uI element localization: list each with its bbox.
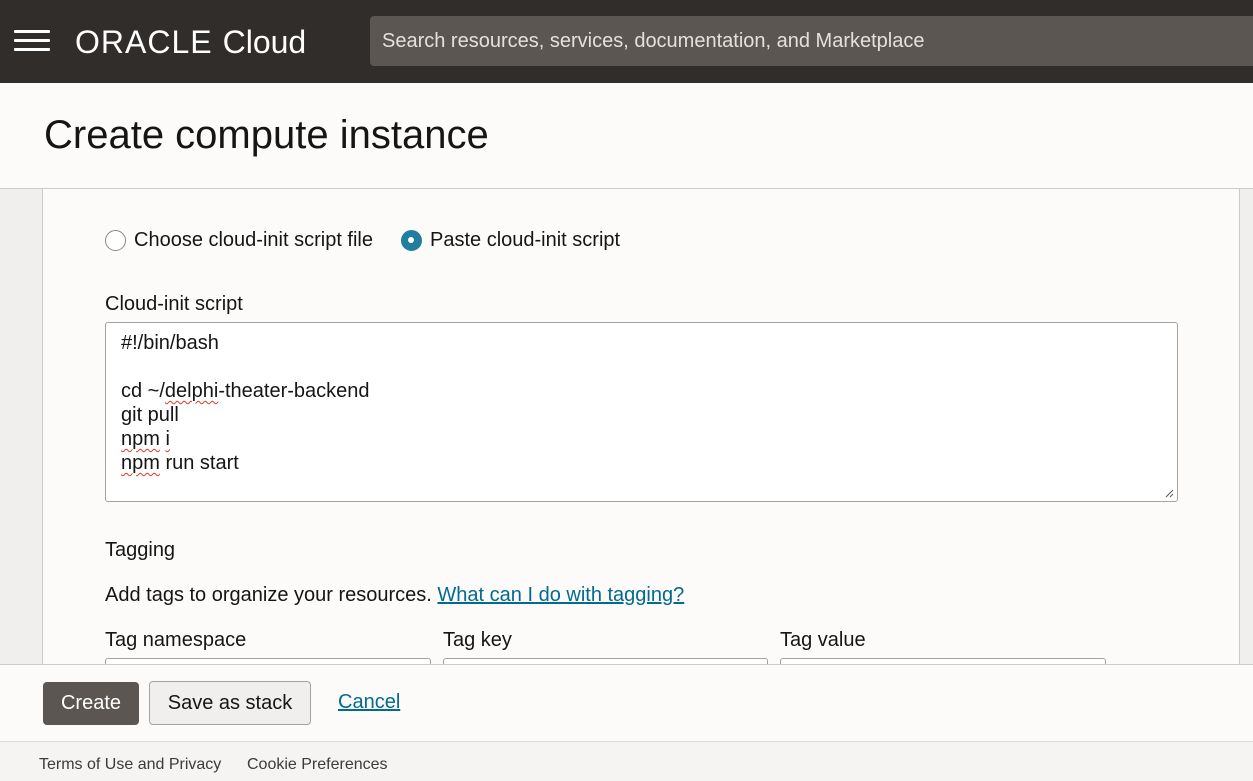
radio-paste-script[interactable]: Paste cloud-init script (401, 229, 620, 252)
spellcheck-underline: npm (121, 452, 160, 474)
radio-choose-script-file-label: Choose cloud-init script file (134, 229, 373, 251)
create-button[interactable]: Create (43, 682, 139, 725)
script-line (121, 355, 1162, 379)
cookie-preferences-link[interactable]: Cookie Preferences (247, 756, 388, 774)
radio-checked-icon[interactable] (401, 230, 422, 251)
radio-paste-script-label: Paste cloud-init script (430, 229, 621, 251)
tagging-help-link[interactable]: What can I do with tagging? (437, 584, 684, 606)
tag-key-label: Tag key (443, 629, 512, 651)
resize-handle-icon[interactable] (1164, 488, 1174, 498)
script-line: npm i (121, 427, 1162, 451)
spellcheck-underline: i (165, 428, 170, 450)
spellcheck-underline: npm (121, 428, 160, 450)
cloud-init-script-textarea[interactable]: #!/bin/bash cd ~/delphi-theater-backend g… (105, 322, 1178, 502)
global-search-box[interactable] (370, 16, 1253, 66)
search-input[interactable] (382, 29, 1253, 53)
script-line: cd ~/delphi-theater-backend (121, 380, 370, 402)
tag-value-label: Tag value (780, 629, 866, 651)
top-navigation-bar: ORACLE Cloud (0, 0, 1253, 83)
tagging-section-title: Tagging (105, 539, 176, 561)
script-line: #!/bin/bash (121, 332, 219, 354)
tagging-description: Add tags to organize your resources. Wha… (105, 584, 684, 607)
page-header: Create compute instance (0, 83, 1253, 189)
script-line: git pull (121, 404, 179, 426)
page-footer: Terms of Use and Privacy Cookie Preferen… (0, 741, 1253, 781)
brand-oracle-text: ORACLE (75, 23, 213, 60)
oracle-cloud-logo[interactable]: ORACLE Cloud (75, 22, 306, 62)
brand-cloud-text: Cloud (222, 23, 307, 60)
save-as-stack-button[interactable]: Save as stack (149, 681, 311, 725)
cancel-link[interactable]: Cancel (338, 691, 400, 714)
hamburger-menu-icon[interactable] (14, 30, 50, 52)
form-panel[interactable]: Choose cloud-init script file Paste clou… (42, 189, 1240, 664)
tagging-description-text: Add tags to organize your resources. (105, 584, 432, 606)
radio-unchecked-icon[interactable] (105, 230, 126, 251)
page-title: Create compute instance (44, 113, 489, 157)
spellcheck-underline: delphi (164, 380, 219, 402)
cloud-init-script-label: Cloud-init script (105, 293, 243, 315)
radio-choose-script-file[interactable]: Choose cloud-init script file (105, 229, 373, 252)
cloud-init-source-radio-group: Choose cloud-init script file Paste clou… (105, 229, 648, 252)
terms-link[interactable]: Terms of Use and Privacy (39, 756, 221, 774)
script-line: npm run start (121, 452, 239, 474)
form-action-bar: Create Save as stack Cancel (0, 664, 1253, 741)
tag-namespace-label: Tag namespace (105, 629, 247, 651)
